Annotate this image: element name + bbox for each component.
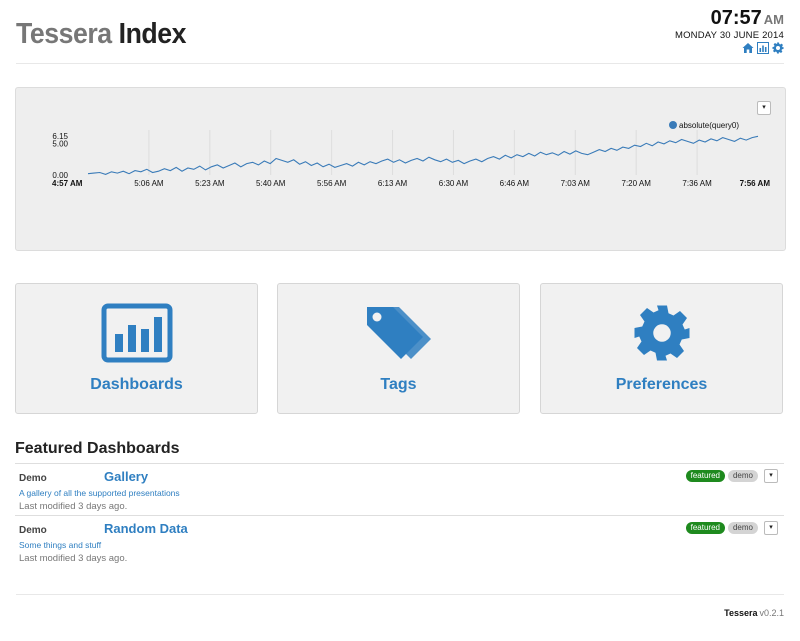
header-icon-bar xyxy=(742,42,784,54)
x-tick-label: 6:30 AM xyxy=(439,179,469,188)
featured-badge[interactable]: featured xyxy=(685,522,725,534)
tags-tile-label: Tags xyxy=(380,376,417,393)
featured-heading: Featured Dashboards xyxy=(15,440,180,457)
x-tick-label: 4:57 AM xyxy=(52,179,83,188)
bar-chart-icon[interactable] xyxy=(757,42,769,54)
footer-brand: Tessera xyxy=(724,608,758,618)
title-index: Index xyxy=(118,18,187,50)
x-tick-label: 5:23 AM xyxy=(195,179,225,188)
x-tick-label: 6:46 AM xyxy=(500,179,530,188)
dashboard-category: Demo xyxy=(19,473,47,484)
dashboard-category: Demo xyxy=(19,525,47,536)
clock-ampm: AM xyxy=(763,12,784,27)
home-icon[interactable] xyxy=(742,42,754,54)
x-tick-label: 5:06 AM xyxy=(134,179,164,188)
x-tick-label: 5:40 AM xyxy=(256,179,286,188)
page-title: Tessera Index xyxy=(16,18,186,51)
clock-date: MONDAY 30 JUNE 2014 xyxy=(674,30,784,41)
row-options-dropdown[interactable]: ▾ xyxy=(764,469,778,483)
list-item: Demo Gallery A gallery of all the suppor… xyxy=(15,463,784,515)
row-options-dropdown[interactable]: ▾ xyxy=(764,521,778,535)
y-tick-label: 6.15 xyxy=(52,132,68,141)
preferences-tile-label: Preferences xyxy=(615,376,708,393)
clock-time-row: 07:57 AM xyxy=(675,8,784,29)
gear-icon xyxy=(541,303,782,363)
title-brand: Tessera xyxy=(16,18,112,50)
gear-icon[interactable] xyxy=(772,42,784,54)
dashboard-title-link[interactable]: Gallery xyxy=(104,469,148,484)
dashboard-description-link[interactable]: A gallery of all the supported presentat… xyxy=(19,488,180,498)
x-tick-label: 6:13 AM xyxy=(378,179,408,188)
clock-time: 07:57 xyxy=(710,7,762,29)
dashboard-title-link[interactable]: Random Data xyxy=(104,521,188,536)
x-tick-label: 7:03 AM xyxy=(561,179,591,188)
header-divider xyxy=(16,63,784,64)
x-tick-label: 5:56 AM xyxy=(317,179,347,188)
tags-icon xyxy=(278,303,519,363)
dashboard-modified: Last modified 3 days ago. xyxy=(19,553,128,564)
series-line xyxy=(87,135,759,175)
x-tick-label: 7:56 AM xyxy=(740,179,771,188)
legend-label: absolute(query0) xyxy=(679,121,739,130)
bar-chart-icon xyxy=(16,303,257,363)
dashboard-modified: Last modified 3 days ago. xyxy=(19,501,128,512)
chart-panel: ▾ 4:57 AM 5:06 AM 5:23 AM 5:40 AM 5:56 AM 6:1… xyxy=(15,87,786,251)
footer-version: v0.2.1 xyxy=(759,608,784,618)
clock: 07:57 AM MONDAY 30 JUNE 2014 xyxy=(675,8,784,41)
dashboards-tile[interactable]: Dashboards xyxy=(15,283,258,414)
y-tick-label: 0.00 xyxy=(52,171,68,180)
dashboards-tile-label: Dashboards xyxy=(90,376,183,393)
x-tick-label: 7:20 AM xyxy=(622,179,652,188)
tag-badges: featured demo xyxy=(685,522,758,534)
tag-badges: featured demo xyxy=(685,470,758,482)
preferences-tile[interactable]: Preferences xyxy=(540,283,783,414)
line-chart: 4:57 AM 5:06 AM 5:23 AM 5:40 AM 5:56 AM 6:13 … xyxy=(52,121,771,188)
featured-badge[interactable]: featured xyxy=(685,470,725,482)
list-item: Demo Random Data Some things and stuff L… xyxy=(15,515,784,567)
demo-badge[interactable]: demo xyxy=(727,522,758,534)
legend-swatch xyxy=(669,121,677,129)
x-tick-label: 7:36 AM xyxy=(682,179,712,188)
footer-divider xyxy=(16,594,784,595)
dashboard-description-link[interactable]: Some things and stuff xyxy=(19,540,101,550)
featured-dashboard-list: Demo Gallery A gallery of all the suppor… xyxy=(15,463,784,567)
footer: Tessera v0.2.1 xyxy=(724,608,784,618)
tags-tile[interactable]: Tags xyxy=(277,283,520,414)
demo-badge[interactable]: demo xyxy=(727,470,758,482)
